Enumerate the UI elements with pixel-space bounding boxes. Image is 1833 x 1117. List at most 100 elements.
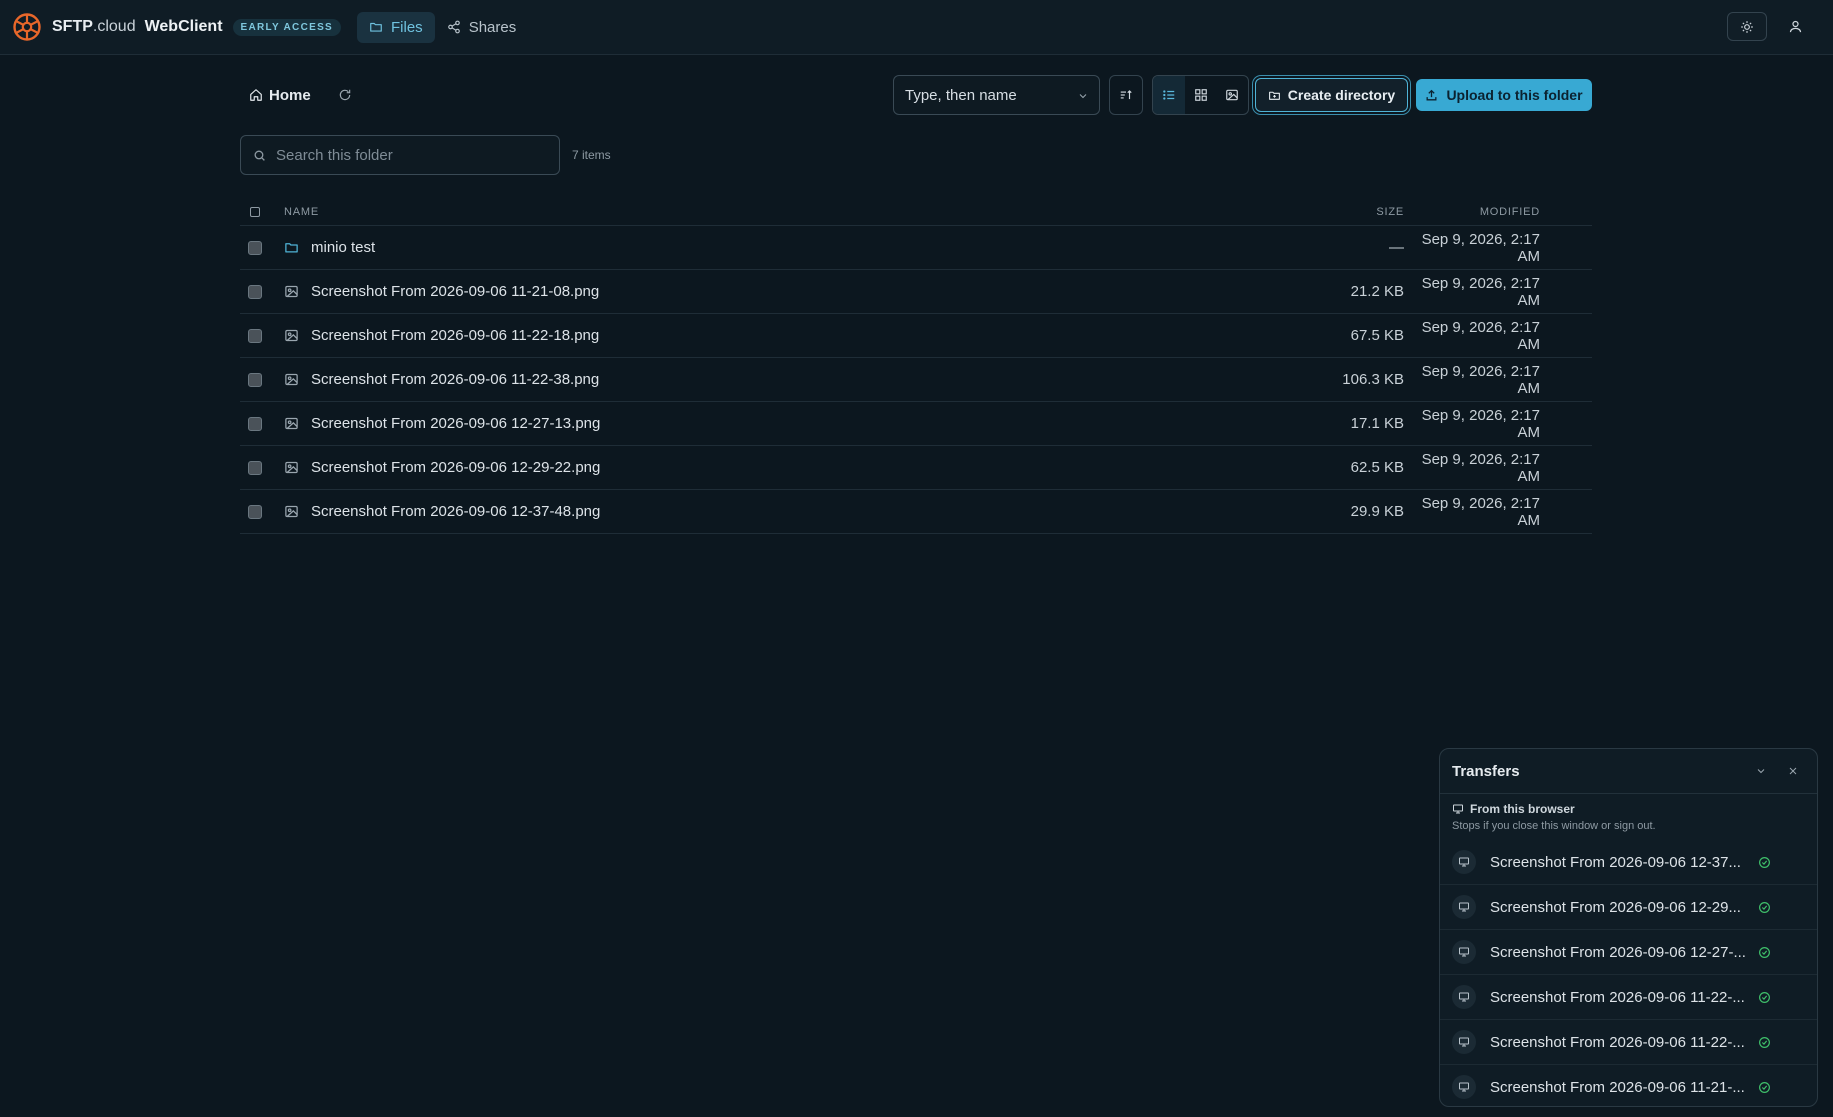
brand-name: SFTP.cloud (52, 18, 136, 35)
refresh-icon (339, 89, 350, 101)
nav-shares[interactable]: Shares (435, 12, 529, 43)
check-circle-icon (1759, 946, 1770, 958)
user-menu-button[interactable] (1779, 12, 1811, 41)
search-box (240, 135, 560, 175)
file-modified: Sep 9, 2026, 2:17 AM (1421, 362, 1540, 397)
theme-toggle-button[interactable] (1727, 12, 1767, 41)
monitor-icon (1459, 1037, 1469, 1047)
brand-app-name: WebClient (144, 18, 223, 35)
sftp-logo-icon (13, 13, 41, 41)
user-icon (1789, 20, 1801, 33)
close-icon (1789, 767, 1797, 775)
sort-select-value: Type, then name (905, 86, 1017, 104)
transfers-panel: Transfers From this browser Stops if you… (1439, 748, 1818, 1107)
table-row[interactable]: Screenshot From 2026-09-06 11-22-38.png … (240, 358, 1592, 402)
file-size: — (1389, 239, 1404, 256)
file-size: 62.5 KB (1350, 459, 1404, 476)
file-table: NAME SIZE MODIFIED minio test — Sep 9, 2… (240, 198, 1592, 534)
transfers-section-subtitle: Stops if you close this window or sign o… (1452, 820, 1656, 832)
file-size: 67.5 KB (1350, 327, 1404, 344)
file-name[interactable]: Screenshot From 2026-09-06 12-37-48.png (311, 503, 600, 520)
row-checkbox[interactable] (248, 284, 262, 299)
table-row[interactable]: Screenshot From 2026-09-06 12-29-22.png … (240, 446, 1592, 490)
image-file-icon (285, 505, 298, 518)
transfer-item[interactable]: Screenshot From 2026-09-06 11-21-... (1440, 1065, 1817, 1106)
gallery-view-icon (1226, 89, 1239, 101)
file-size: 106.3 KB (1342, 371, 1404, 388)
monitor-icon (1459, 857, 1469, 867)
check-circle-icon (1759, 1036, 1770, 1048)
close-transfers-button[interactable] (1781, 759, 1805, 783)
file-name[interactable]: Screenshot From 2026-09-06 12-29-22.png (311, 459, 600, 476)
row-checkbox[interactable] (248, 372, 262, 387)
row-checkbox[interactable] (248, 460, 262, 475)
upload-button[interactable]: Upload to this folder (1416, 79, 1592, 111)
share-icon (447, 20, 460, 34)
file-modified: Sep 9, 2026, 2:17 AM (1421, 318, 1540, 353)
sort-direction-button[interactable] (1109, 75, 1143, 115)
row-checkbox[interactable] (248, 504, 262, 519)
transfer-item[interactable]: Screenshot From 2026-09-06 12-37... (1440, 840, 1817, 885)
gallery-view-button[interactable] (1216, 76, 1248, 114)
refresh-button[interactable] (338, 88, 352, 102)
breadcrumb-home[interactable]: Home (249, 87, 311, 104)
file-name[interactable]: Screenshot From 2026-09-06 11-22-18.png (311, 327, 599, 344)
table-row[interactable]: Screenshot From 2026-09-06 12-27-13.png … (240, 402, 1592, 446)
row-checkbox[interactable] (248, 240, 262, 255)
main-nav: Files Shares (357, 11, 529, 43)
folder-plus-icon (1268, 91, 1280, 100)
file-modified: Sep 9, 2026, 2:17 AM (1421, 494, 1540, 529)
transfer-item[interactable]: Screenshot From 2026-09-06 11-22-... (1440, 975, 1817, 1020)
image-file-icon (285, 373, 298, 386)
column-header-modified[interactable]: MODIFIED (1404, 206, 1592, 218)
sort-select[interactable]: Type, then name (893, 75, 1100, 115)
column-header-name[interactable]: NAME (284, 206, 1264, 218)
file-modified: Sep 9, 2026, 2:17 AM (1421, 406, 1540, 441)
image-file-icon (285, 417, 298, 430)
chevron-down-icon (1757, 769, 1765, 774)
file-name[interactable]: Screenshot From 2026-09-06 11-21-08.png (311, 283, 599, 300)
folder-icon (285, 243, 298, 253)
transfers-header: Transfers (1440, 749, 1817, 794)
table-row[interactable]: Screenshot From 2026-09-06 12-37-48.png … (240, 490, 1592, 534)
list-view-button[interactable] (1153, 76, 1185, 114)
file-name[interactable]: Screenshot From 2026-09-06 11-22-38.png (311, 371, 599, 388)
upload-icon (1426, 89, 1437, 100)
file-name[interactable]: minio test (311, 239, 375, 256)
monitor-icon (1459, 947, 1469, 957)
chevron-down-icon (1079, 94, 1087, 99)
table-row[interactable]: minio test — Sep 9, 2026, 2:17 AM (240, 226, 1592, 270)
transfer-item[interactable]: Screenshot From 2026-09-06 12-29... (1440, 885, 1817, 930)
sort-ascending-icon (1120, 90, 1132, 100)
select-all-checkbox[interactable] (250, 206, 260, 217)
list-view-icon (1162, 90, 1175, 100)
brand[interactable]: SFTP.cloud WebClient EARLY ACCESS (12, 12, 342, 42)
grid-view-icon (1194, 89, 1207, 101)
file-name[interactable]: Screenshot From 2026-09-06 12-27-13.png (311, 415, 600, 432)
home-icon (250, 89, 262, 101)
grid-view-button[interactable] (1185, 76, 1217, 114)
row-checkbox[interactable] (248, 328, 262, 343)
check-circle-icon (1759, 1081, 1770, 1093)
breadcrumb: Home (249, 84, 352, 106)
file-modified: Sep 9, 2026, 2:17 AM (1421, 230, 1540, 265)
collapse-transfers-button[interactable] (1749, 759, 1773, 783)
transfer-name: Screenshot From 2026-09-06 12-27-... (1490, 943, 1746, 961)
nav-files[interactable]: Files (357, 11, 435, 43)
table-row[interactable]: Screenshot From 2026-09-06 11-21-08.png … (240, 270, 1592, 314)
search-input[interactable] (276, 146, 536, 164)
transfer-item[interactable]: Screenshot From 2026-09-06 12-27-... (1440, 930, 1817, 975)
row-checkbox[interactable] (248, 416, 262, 431)
image-file-icon (285, 285, 298, 298)
top-right-actions (1727, 12, 1811, 41)
table-row[interactable]: Screenshot From 2026-09-06 11-22-18.png … (240, 314, 1592, 358)
transfer-name: Screenshot From 2026-09-06 11-22-... (1490, 1033, 1745, 1051)
sun-icon (1741, 20, 1753, 33)
check-circle-icon (1759, 901, 1770, 913)
column-header-size[interactable]: SIZE (1264, 206, 1404, 218)
transfer-item[interactable]: Screenshot From 2026-09-06 11-22-... (1440, 1020, 1817, 1065)
monitor-icon (1459, 992, 1469, 1002)
transfers-section-title: From this browser (1470, 802, 1575, 816)
create-directory-button[interactable]: Create directory (1255, 78, 1408, 112)
check-circle-icon (1759, 856, 1770, 868)
